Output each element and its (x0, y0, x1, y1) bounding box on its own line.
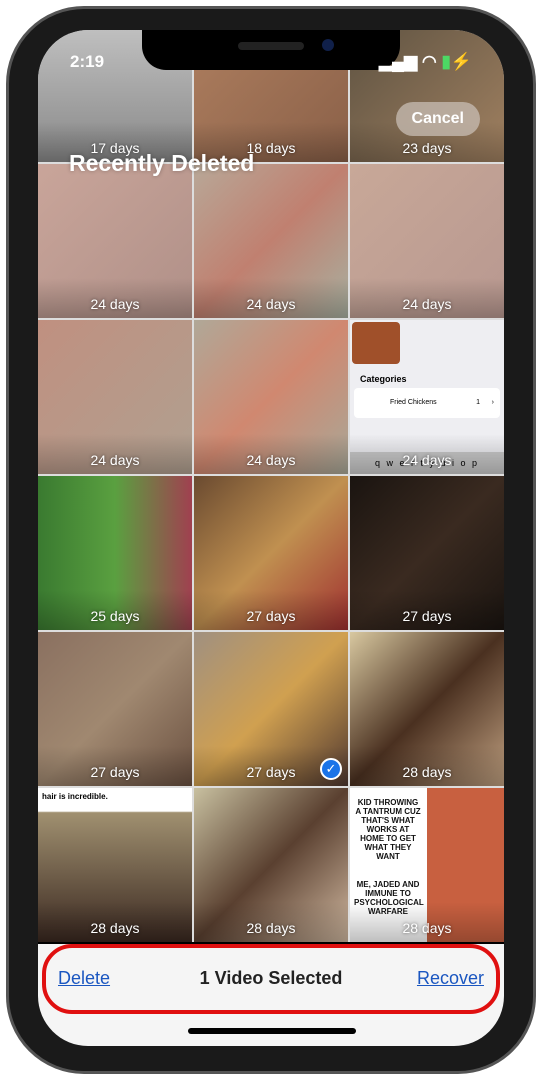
photo-thumbnail[interactable]: 25 days (38, 476, 192, 630)
status-bar: 2:19 ▂▄▆ ◠ ▮⚡ (70, 52, 472, 72)
days-remaining: 24 days (246, 296, 296, 312)
photo-thumbnail[interactable]: hair is incredible. 28 days (38, 788, 192, 942)
toolbar: Delete 1 Video Selected Recover (38, 944, 504, 1046)
home-indicator (188, 1028, 356, 1034)
days-remaining: 25 days (90, 608, 140, 624)
meme-caption-top: KID THROWING A TANTRUM CUZ THAT'S WHAT W… (355, 798, 421, 861)
phone-frame: 17 days 18 days 23 days 24 days 24 days 24 da… (6, 6, 536, 1074)
days-remaining: 24 days (402, 296, 452, 312)
days-remaining: 24 days (402, 452, 452, 468)
meme-caption-bottom: ME, JADED AND IMMUNE TO PSYCHOLOGICAL WA… (354, 880, 424, 916)
days-remaining: 28 days (402, 764, 452, 780)
days-remaining: 24 days (90, 452, 140, 468)
days-remaining: 24 days (246, 452, 296, 468)
photo-thumbnail[interactable]: 28 days (194, 788, 348, 942)
photo-thumbnail[interactable]: KID THROWING A TANTRUM CUZ THAT'S WHAT W… (350, 788, 504, 942)
days-remaining: 27 days (90, 764, 140, 780)
photo-thumbnail[interactable]: 24 days (38, 164, 192, 318)
photo-thumbnail[interactable]: 24 days (194, 164, 348, 318)
photo-thumbnail[interactable]: 24 days (350, 164, 504, 318)
delete-button[interactable]: Delete (58, 968, 110, 989)
cancel-button[interactable]: Cancel (395, 102, 480, 136)
wifi-icon: ◠ (421, 52, 437, 71)
days-remaining: 24 days (90, 296, 140, 312)
days-remaining: 27 days (246, 608, 296, 624)
photo-thumbnail[interactable]: Categories Fried Chickens 1 › q w e r t y u … (350, 320, 504, 474)
days-remaining: 28 days (90, 920, 140, 936)
days-remaining: 28 days (246, 920, 296, 936)
clock: 2:19 (70, 52, 105, 71)
categories-heading: Categories (360, 374, 407, 384)
food-thumbnail (352, 322, 400, 364)
page-title: Recently Deleted (69, 150, 255, 176)
photo-thumbnail[interactable]: 27 days (350, 476, 504, 630)
days-remaining: 27 days (402, 608, 452, 624)
photo-thumbnail[interactable]: 24 days (38, 320, 192, 474)
days-remaining: 28 days (402, 920, 452, 936)
days-remaining: 23 days (402, 140, 452, 156)
checkmark-icon: ✓ (320, 758, 342, 780)
photo-thumbnail[interactable]: 24 days (194, 320, 348, 474)
photo-thumbnail[interactable]: 27 days (38, 632, 192, 786)
photo-thumbnail[interactable]: 28 days (350, 632, 504, 786)
status-icons: ▂▄▆ ◠ ▮⚡ (378, 52, 472, 71)
screen: 17 days 18 days 23 days 24 days 24 days 24 da… (38, 30, 504, 1046)
recover-button[interactable]: Recover (417, 968, 484, 989)
battery-icon: ▮⚡ (441, 52, 472, 71)
photo-thumbnail[interactable]: 27 days ✓ (194, 632, 348, 786)
photo-thumbnail[interactable]: 27 days (194, 476, 348, 630)
